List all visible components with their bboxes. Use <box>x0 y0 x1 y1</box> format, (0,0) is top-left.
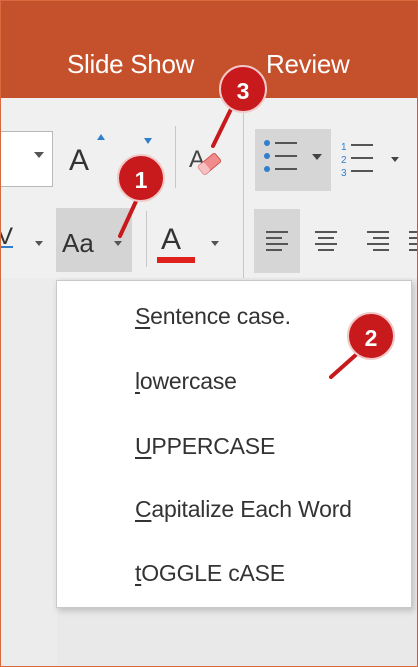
callout-badge-1: 1 <box>117 154 165 202</box>
powerpoint-window: Slide Show Review A A 1 2 3 Aa A Sentenc… <box>0 0 418 667</box>
callout-badge-3: 3 <box>219 65 267 113</box>
callout-badge-2: 2 <box>347 312 395 360</box>
